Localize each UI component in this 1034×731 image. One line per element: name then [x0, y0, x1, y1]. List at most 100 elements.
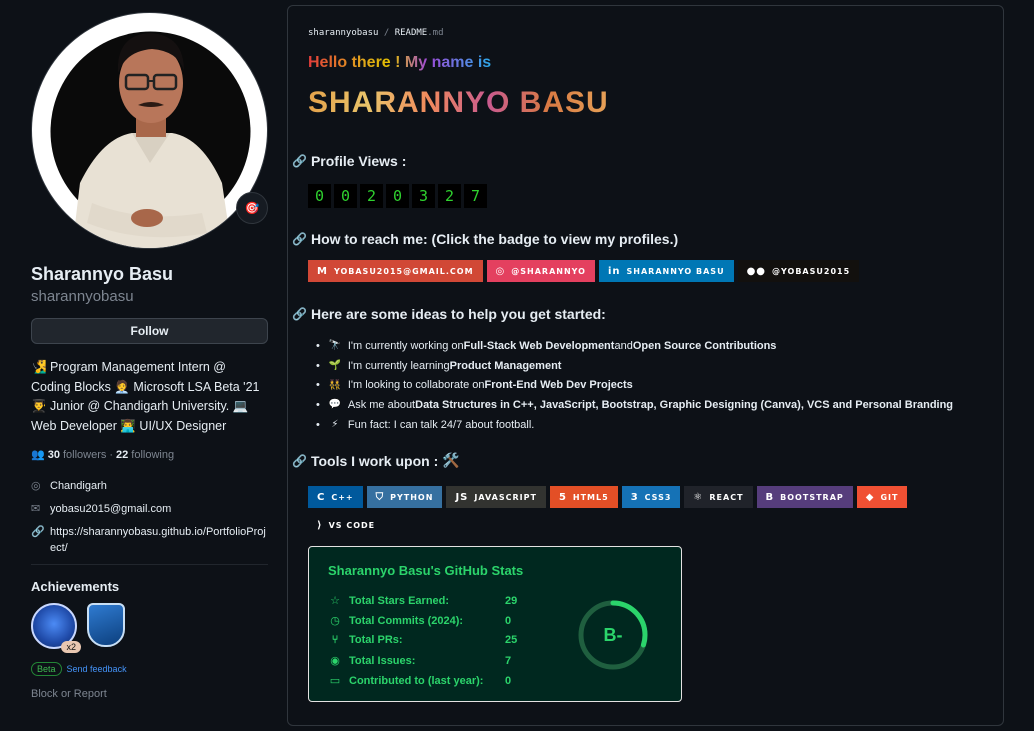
- badge-label: @SHARANNYO: [511, 266, 586, 276]
- idea-prefix: I'm currently learning: [347, 359, 450, 372]
- profile-views-heading: 🔗 Profile Views :: [292, 153, 406, 169]
- big-name: SHARANNYO BASU: [308, 86, 609, 119]
- anchor-link-icon[interactable]: 🔗: [292, 232, 307, 246]
- repo-icon: ▭: [329, 675, 341, 687]
- idea-item: ⚡ Fun fact: I can talk 24/7 about footbal…: [316, 415, 953, 435]
- stat-row: ☆ Total Stars Earned: 29: [328, 594, 517, 608]
- stat-label: Contributed to (last year):: [349, 674, 484, 687]
- badge-label: CSS3: [644, 492, 672, 502]
- tools-heading-text: Tools I work upon :: [310, 452, 439, 469]
- people-icon: 👥: [31, 449, 45, 461]
- block-report-link[interactable]: Block or Report: [31, 688, 268, 700]
- counter-digit: 2: [360, 184, 383, 208]
- badge-label: VS CODE: [328, 520, 376, 530]
- badge-label: C++: [331, 492, 354, 502]
- python-badge[interactable]: ⛉ PYTHON: [366, 486, 443, 508]
- counter-digit: 7: [464, 184, 487, 208]
- location-row: ◎ Chandigarh: [31, 478, 268, 494]
- badge-label: YOBASU2015@GMAIL.COM: [333, 266, 474, 276]
- crumb-file: README: [394, 28, 428, 38]
- html5-badge[interactable]: 5 HTML5: [549, 486, 618, 508]
- website-row: 🔗 https://sharannyobasu.github.io/Portfo…: [31, 524, 268, 556]
- javascript-badge[interactable]: JS JAVASCRIPT: [446, 486, 546, 508]
- avatar[interactable]: [31, 12, 268, 249]
- stat-label: Total Commits (2024):: [349, 614, 464, 627]
- idea-emoji: 🌱: [328, 360, 342, 372]
- social-badges: M YOBASU2015@GMAIL.COM ◎ @SHARANNYO in SHARAN…: [308, 260, 860, 282]
- website-link[interactable]: https://sharannyobasu.github.io/Portfoli…: [50, 524, 268, 556]
- linkedin-icon: in: [607, 265, 621, 277]
- html5-icon: 5: [558, 491, 567, 503]
- readme-card: sharannyobasu / README.md Hello there ! …: [287, 5, 1004, 726]
- badge-label: HTML5: [572, 492, 609, 502]
- stat-row: ◷ Total Commits (2024): 0: [328, 614, 512, 628]
- idea-item: 👯 I'm looking to collaborate on Front-End…: [316, 375, 953, 395]
- react-badge[interactable]: ⚛ REACT: [684, 486, 753, 508]
- profile-sidebar: 🎯 Sharannyo Basu sharannyobasu Follow 🧏‍…: [31, 12, 268, 700]
- tools-heading: 🔗 Tools I work upon : 🛠️: [292, 452, 460, 469]
- anchor-link-icon[interactable]: 🔗: [292, 454, 307, 468]
- badge-label: GIT: [880, 492, 899, 502]
- idea-emoji: 👯: [328, 379, 342, 391]
- profile-login: sharannyobasu: [31, 288, 134, 305]
- followers-label[interactable]: followers: [63, 449, 106, 461]
- achievement-badge-shield[interactable]: [87, 603, 125, 647]
- link-icon: 🔗: [31, 526, 45, 538]
- yobasu2015-badge[interactable]: ●● @YOBASU2015: [737, 260, 860, 282]
- idea-bold1: Data Structures in C++, JavaScript, Boot…: [415, 398, 954, 411]
- rank-text: B-: [603, 624, 623, 645]
- achievement-multiplier: x2: [61, 641, 81, 653]
- anchor-link-icon[interactable]: 🔗: [292, 154, 307, 168]
- yobasu2015-gmail-com-badge[interactable]: M YOBASU2015@GMAIL.COM: [308, 260, 483, 282]
- send-feedback-link[interactable]: Send feedback: [67, 664, 127, 674]
- achievement-badge-pull-shark[interactable]: x2: [31, 603, 81, 653]
- counter-digit: 0: [334, 184, 357, 208]
- badge-label: REACT: [709, 492, 744, 502]
- css3-badge[interactable]: 3 CSS3: [621, 486, 681, 508]
- idea-mid: and: [614, 339, 633, 352]
- idea-bold2: Open Source Contributions: [632, 339, 777, 352]
- profile-views-heading-text: Profile Views :: [310, 153, 407, 169]
- css3-icon: 3: [630, 491, 639, 503]
- github-stats-card[interactable]: Sharannyo Basu's GitHub Stats ☆ Total Sta…: [308, 546, 682, 702]
- follow-button[interactable]: Follow: [31, 318, 268, 344]
- following-label[interactable]: following: [131, 449, 174, 461]
- instagram-icon: ◎: [495, 265, 506, 277]
- vscode-icon: ⟩: [317, 519, 323, 531]
- achievements-title[interactable]: Achievements: [31, 579, 268, 594]
- beta-badge: Beta: [31, 662, 62, 676]
- tool-badges: C C++ ⛉ PYTHON JS JAVASCRIPT 5 HTML5 3 CSS3 ⚛ REACT…: [308, 486, 948, 536]
- stat-value: 0: [505, 614, 512, 627]
- email-link[interactable]: yobasu2015@gmail.com: [50, 501, 171, 517]
- git-icon: ◆: [865, 491, 875, 503]
- stat-label: Total Stars Earned:: [349, 594, 450, 607]
- location-icon: ◎: [31, 480, 41, 492]
- reach-heading-text: How to reach me: (Click the badge to vie…: [310, 231, 679, 247]
- crumb-user[interactable]: sharannyobasu: [308, 28, 378, 38]
- vs-code-badge[interactable]: ⟩ VS CODE: [308, 514, 385, 536]
- idea-emoji: 🔭: [328, 340, 342, 352]
- counter-digit: 0: [308, 184, 331, 208]
- anchor-link-icon[interactable]: 🔗: [292, 307, 307, 321]
- status-emoji[interactable]: 🎯: [236, 192, 268, 224]
- stat-row: ⑂ Total PRs: 25: [328, 634, 518, 646]
- idea-item: 💬 Ask me about Data Structures in C++, Ja…: [316, 395, 953, 415]
- followers-count[interactable]: 30: [48, 449, 60, 461]
- ideas-heading-text: Here are some ideas to help you get star…: [310, 306, 606, 322]
- badge-label: @YOBASU2015: [772, 266, 851, 276]
- javascript-icon: JS: [455, 491, 469, 503]
- counter-digit: 3: [412, 184, 435, 208]
- avatar-photo: [50, 31, 251, 248]
- following-count[interactable]: 22: [116, 449, 128, 461]
- bootstrap-badge[interactable]: B BOOTSTRAP: [756, 486, 853, 508]
- sharannyo-basu-badge[interactable]: in SHARANNYO BASU: [598, 260, 734, 282]
- sharannyo-badge[interactable]: ◎ @SHARANNYO: [486, 260, 595, 282]
- issue-icon: ◉: [330, 655, 340, 667]
- c-badge[interactable]: C C++: [308, 486, 363, 508]
- cpp-icon: C: [317, 491, 326, 503]
- git-badge[interactable]: ◆ GIT: [856, 486, 908, 508]
- idea-emoji: 💬: [328, 399, 342, 411]
- idea-prefix: Fun fact: I can talk 24/7 about football…: [347, 418, 535, 431]
- ideas-heading: 🔗 Here are some ideas to help you get st…: [292, 306, 606, 322]
- badge-label: PYTHON: [390, 492, 434, 502]
